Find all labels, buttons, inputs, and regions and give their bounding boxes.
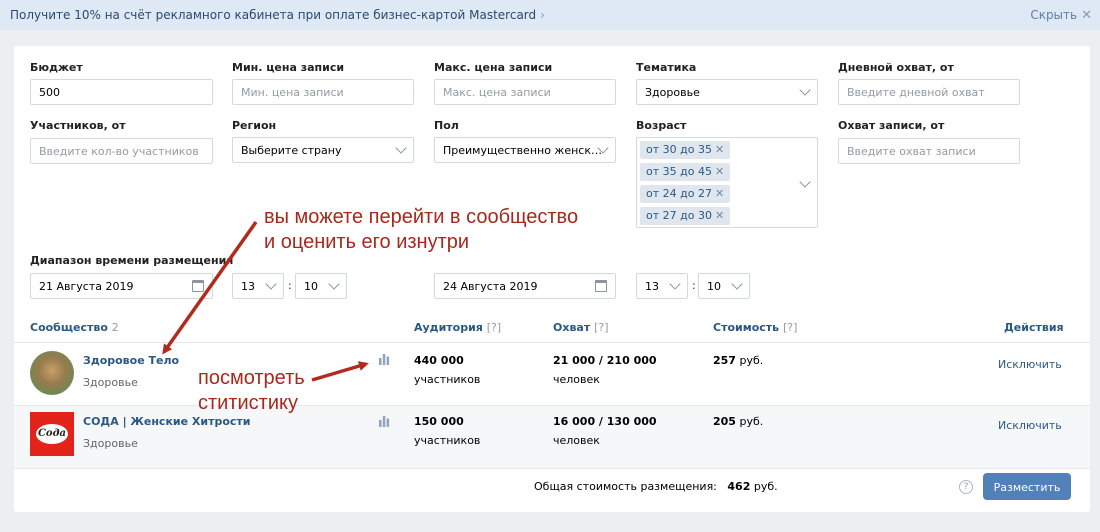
- arrow-to-community: [162, 220, 258, 355]
- arrow-to-stats: [311, 361, 369, 382]
- annotation-arrows: [162, 220, 369, 382]
